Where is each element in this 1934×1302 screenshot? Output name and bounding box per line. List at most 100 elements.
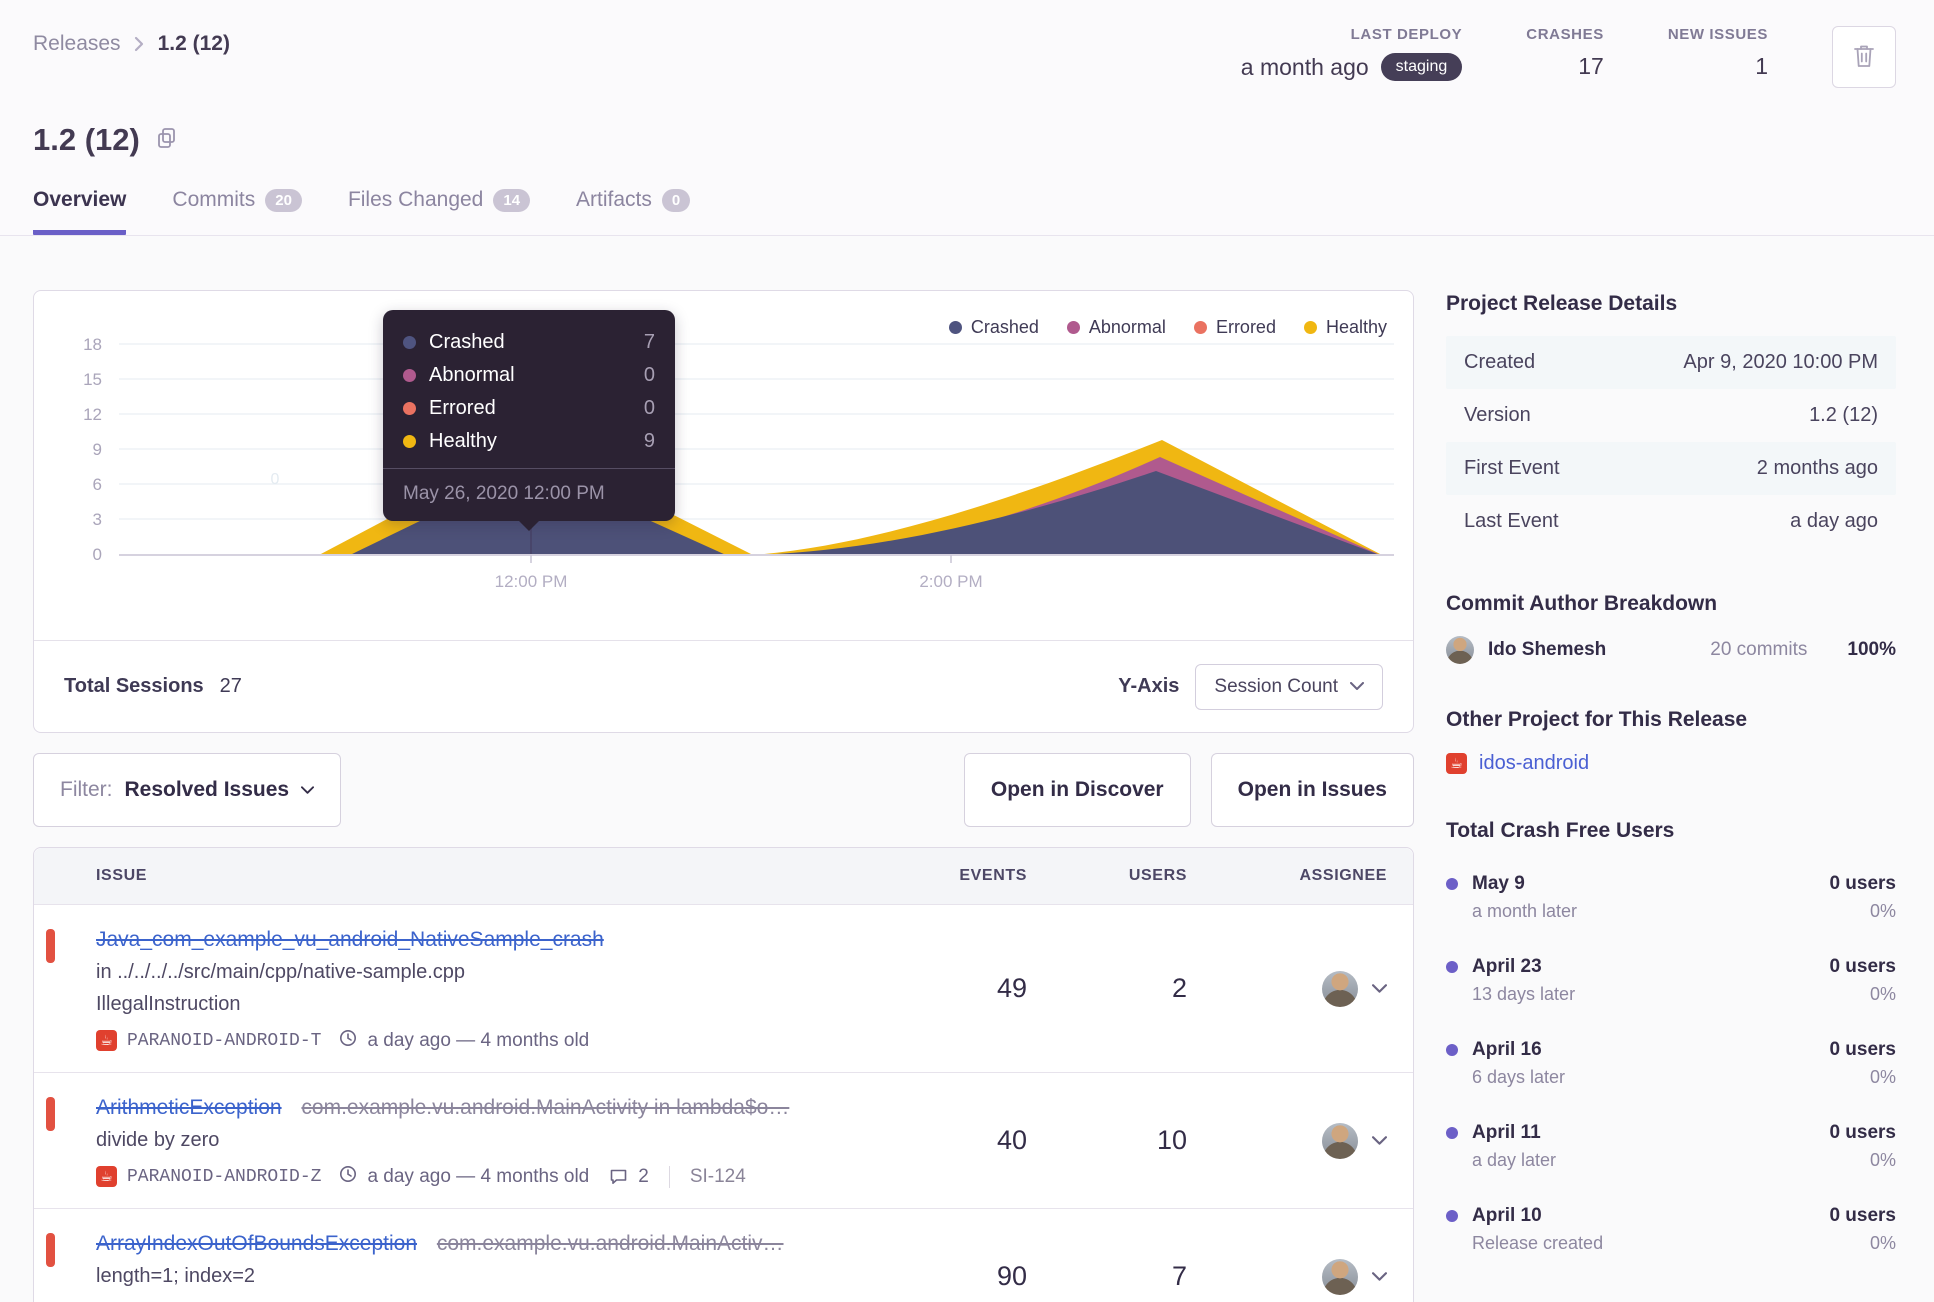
commit-author-row: Ido Shemesh 20 commits 100%	[1446, 636, 1896, 664]
tab-commits[interactable]: Commits 20	[172, 188, 302, 235]
assignee-avatar[interactable]	[1322, 970, 1358, 1007]
y-axis-select[interactable]: Session Count	[1195, 663, 1383, 710]
crashed-dot-icon	[948, 321, 962, 334]
delete-release-button[interactable]	[1832, 26, 1896, 88]
project-slug: PARANOID-ANDROID-T	[127, 1030, 322, 1051]
crash-free-sub: Release created	[1472, 1233, 1604, 1253]
errored-dot-icon	[403, 402, 416, 415]
other-project-section: Other Project for This Release ☕ idos-an…	[1446, 708, 1896, 775]
clock-icon	[339, 1029, 357, 1052]
detail-value: Apr 9, 2020 10:00 PM	[1683, 351, 1878, 373]
chevron-down-icon[interactable]	[1372, 983, 1387, 994]
chevron-down-icon[interactable]	[1372, 1135, 1387, 1146]
section-title: Commit Author Breakdown	[1446, 592, 1718, 615]
last-deploy-value: a month ago	[1240, 53, 1369, 80]
error-level-indicator	[46, 929, 55, 963]
author-percent: 100%	[1847, 639, 1896, 660]
crash-free-percent: 0%	[1869, 1233, 1896, 1253]
section-title: Project Release Details	[1446, 292, 1678, 315]
tab-files-changed[interactable]: Files Changed 14	[348, 188, 531, 235]
java-platform-icon[interactable]: ☕	[96, 1166, 117, 1187]
timeline-bullet-icon	[1446, 1210, 1458, 1222]
issue-row: ArrayIndexOutOfBoundsException com.examp…	[34, 1209, 1413, 1302]
crash-free-percent: 0%	[1869, 1067, 1896, 1087]
chart-legend: Crashed Abnormal Errored Healthy	[948, 317, 1387, 338]
issue-type: IllegalInstruction	[96, 993, 241, 1015]
issue-title-link[interactable]: ArrayIndexOutOfBoundsException	[96, 1232, 417, 1255]
chevron-right-icon	[133, 34, 146, 54]
timeline-bullet-icon	[1446, 878, 1458, 890]
crash-free-users: 0 users	[1829, 1039, 1896, 1060]
detail-row-version: Version 1.2 (12)	[1446, 389, 1896, 442]
issue-events-count: 40	[996, 1125, 1027, 1155]
tab-overview[interactable]: Overview	[33, 188, 127, 235]
filter-value: Resolved Issues	[124, 778, 290, 801]
project-slug: PARANOID-ANDROID-Z	[127, 1166, 322, 1187]
detail-value: a day ago	[1790, 510, 1878, 532]
stat-new-issues: NEW ISSUES 1	[1668, 26, 1768, 80]
issues-table-header: ISSUE EVENTS USERS ASSIGNEE	[34, 848, 1413, 905]
healthy-dot-icon	[403, 435, 416, 448]
tab-artifacts-label: Artifacts	[576, 188, 652, 211]
issue-title-link[interactable]: Java_com_example_vu_android_NativeSample…	[96, 928, 604, 951]
detail-row-first-event: First Event 2 months ago	[1446, 442, 1896, 495]
detail-value: 2 months ago	[1756, 457, 1878, 479]
xtick-2pm: 2:00 PM	[919, 572, 982, 591]
breadcrumb-releases-link[interactable]: Releases	[33, 32, 121, 56]
clock-icon	[339, 1165, 357, 1188]
issue-title-link[interactable]: ArithmeticException	[96, 1096, 282, 1119]
open-in-issues-button[interactable]: Open in Issues	[1210, 753, 1414, 827]
tooltip-crashed-label: Crashed	[429, 331, 505, 353]
open-in-discover-button[interactable]: Open in Discover	[963, 753, 1191, 827]
issue-annotation[interactable]: SI-124	[690, 1166, 746, 1188]
breadcrumb: Releases 1.2 (12)	[33, 26, 230, 56]
crash-free-item: April 10 Release created 0 users 0%	[1446, 1195, 1896, 1278]
detail-row-last-event: Last Event a day ago	[1446, 495, 1896, 548]
timeline-bullet-icon	[1446, 1044, 1458, 1056]
chevron-down-icon	[301, 785, 315, 795]
abnormal-dot-icon	[403, 369, 416, 382]
xtick-noon: 12:00 PM	[495, 572, 568, 591]
assignee-avatar[interactable]	[1322, 1258, 1358, 1295]
assignee-avatar[interactable]	[1322, 1122, 1358, 1159]
issue-age: a day ago — 4 months old	[367, 1029, 590, 1051]
tooltip-errored-value: 0	[643, 397, 655, 419]
author-name: Ido Shemesh	[1488, 639, 1607, 660]
meta-divider	[668, 1165, 670, 1188]
tab-overview-label: Overview	[33, 188, 127, 211]
tab-artifacts[interactable]: Artifacts 0	[576, 188, 691, 235]
other-project-link[interactable]: idos-android	[1479, 752, 1589, 775]
ytick-3: 3	[93, 510, 102, 529]
chevron-down-icon[interactable]	[1372, 1271, 1387, 1282]
tooltip-abnormal-label: Abnormal	[429, 364, 515, 386]
crash-free-item: May 9 a month later 0 users 0%	[1446, 863, 1896, 946]
y-axis-label: Y-Axis	[1118, 675, 1180, 697]
chart-watermark: 0	[271, 471, 280, 488]
legend-healthy[interactable]: Healthy	[1303, 317, 1387, 338]
issue-message: length=1; index=2	[96, 1265, 256, 1287]
copy-icon	[156, 127, 177, 153]
col-assignee: ASSIGNEE	[1299, 867, 1387, 884]
trash-icon	[1852, 43, 1876, 72]
legend-abnormal[interactable]: Abnormal	[1066, 317, 1166, 338]
crash-free-date: April 11	[1472, 1122, 1541, 1143]
resolved-issues-panel: ISSUE EVENTS USERS ASSIGNEE Java_com_exa…	[33, 847, 1414, 1302]
release-sidebar: Project Release Details Created Apr 9, 2…	[1446, 236, 1896, 1302]
issue-users-count: 7	[1171, 1261, 1187, 1291]
legend-crashed[interactable]: Crashed	[948, 317, 1039, 338]
legend-errored[interactable]: Errored	[1193, 317, 1276, 338]
copy-version-button[interactable]	[154, 125, 179, 155]
author-commit-count: 20 commits	[1710, 639, 1808, 660]
chevron-down-icon	[1350, 682, 1364, 691]
issue-users-count: 2	[1171, 973, 1187, 1003]
page-title: 1.2 (12)	[33, 122, 140, 157]
ytick-15: 15	[83, 370, 102, 389]
issues-filter-dropdown[interactable]: Filter: Resolved Issues	[33, 753, 342, 827]
crashes-value: 17	[1578, 53, 1604, 79]
chart-tooltip: Crashed 7 Abnormal 0 Errored 0 Healthy 9	[383, 310, 675, 531]
legend-abnormal-label: Abnormal	[1088, 317, 1166, 337]
commit-author-section: Commit Author Breakdown Ido Shemesh 20 c…	[1446, 592, 1896, 664]
java-platform-icon[interactable]: ☕	[96, 1030, 117, 1051]
healthy-dot-icon	[1303, 321, 1317, 334]
issue-events-count: 90	[996, 1261, 1027, 1291]
